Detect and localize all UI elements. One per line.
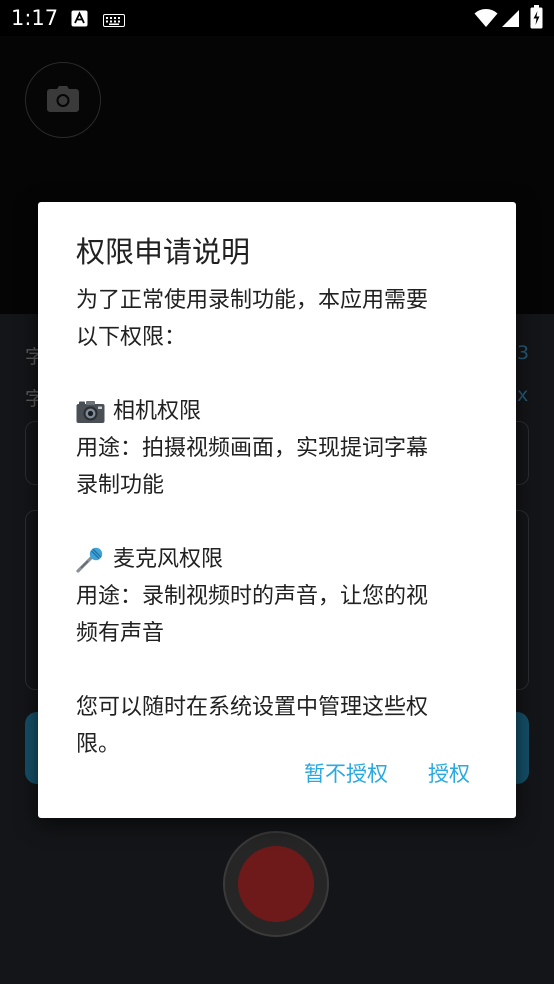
footer-text: 限。 [76,732,121,757]
cellular-signal-icon [501,9,520,32]
permission-dialog: 权限申请说明 为了正常使用录制功能，本应用需要 以下权限： 相机权限 用途：拍摄… [38,202,516,818]
grant-button[interactable]: 授权 [428,759,470,789]
setting-value[interactable]: x [517,384,528,406]
dialog-message: 为了正常使用录制功能，本应用需要 以下权限： 相机权限 用途：拍摄视频画面，实现… [76,282,478,763]
camera-emoji-icon [76,400,105,423]
text-recognition-icon [71,10,88,31]
intro-text: 为了正常使用录制功能，本应用需要 [76,288,429,313]
mic-permission-title: 麦克风权限 [113,547,224,572]
deny-button[interactable]: 暂不授权 [304,759,388,789]
camera-permission-heading: 相机权限 [76,393,478,430]
mic-permission-desc: 频有声音 [76,621,165,646]
camera-switch-button[interactable] [25,62,101,138]
status-time: 1:17 [11,6,59,30]
camera-permission-desc: 录制功能 [76,473,165,498]
footer-text: 您可以随时在系统设置中管理这些权 [76,695,429,720]
dialog-actions: 暂不授权 授权 [304,759,470,789]
battery-charging-icon [530,5,543,33]
mic-permission-desc: 用途：录制视频时的声音，让您的视 [76,584,429,609]
microphone-emoji-icon [76,547,103,573]
record-button-inner [238,846,314,922]
camera-icon [47,86,79,112]
record-button[interactable] [223,831,329,937]
intro-text: 以下权限： [76,325,187,350]
wifi-icon [474,8,498,32]
camera-permission-title: 相机权限 [113,399,202,424]
dialog-title: 权限申请说明 [76,235,251,269]
mic-permission-heading: 麦克风权限 [76,541,478,578]
camera-permission-desc: 用途：拍摄视频画面，实现提词字幕 [76,436,429,461]
keyboard-icon [103,12,125,31]
status-bar: 1:17 [0,0,554,36]
setting-value[interactable]: 3 [517,342,529,364]
